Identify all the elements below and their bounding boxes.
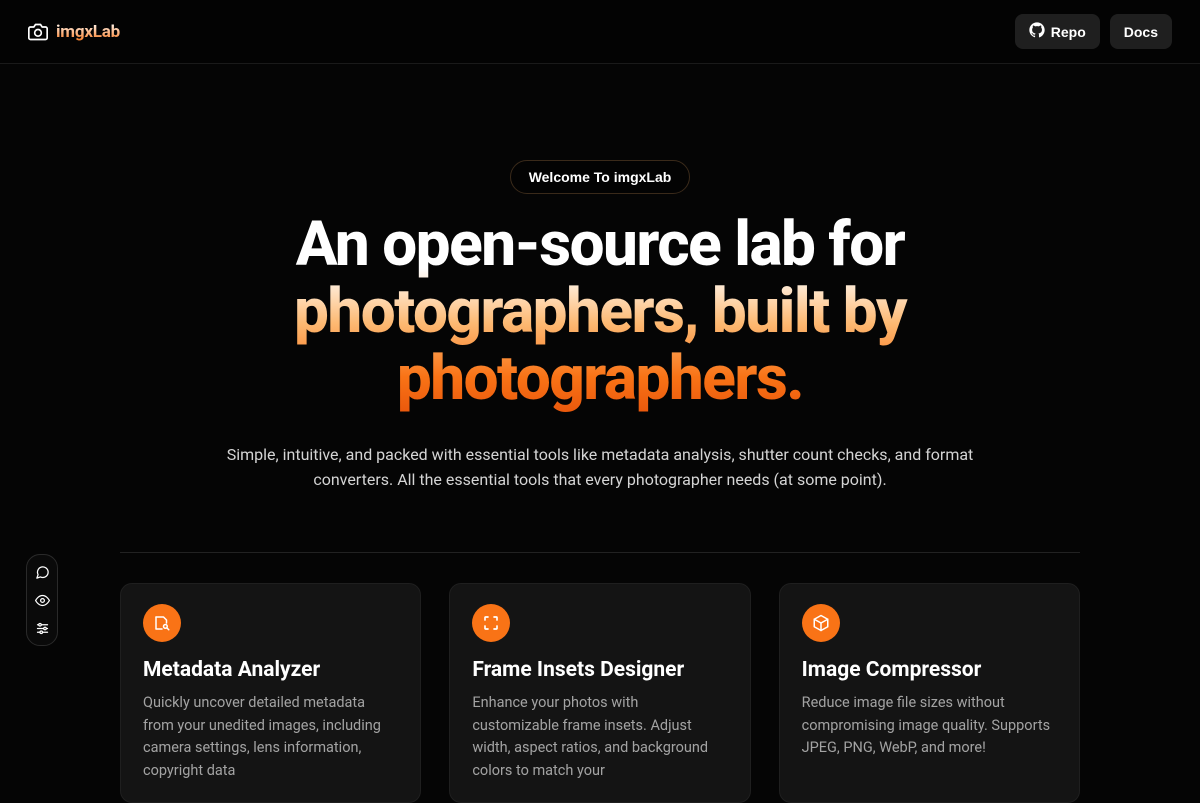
card-title: Metadata Analyzer [143, 658, 398, 682]
card-desc: Reduce image file sizes without compromi… [802, 692, 1057, 759]
docs-button-label: Docs [1124, 24, 1158, 40]
repo-button-label: Repo [1051, 24, 1086, 40]
header: imgxLab Repo Docs [0, 0, 1200, 64]
hero: Welcome To imgxLab An open-source lab fo… [110, 64, 1090, 522]
docs-button[interactable]: Docs [1110, 14, 1172, 49]
card-title: Image Compressor [802, 658, 1057, 682]
hero-title: An open-source lab for photographers, bu… [150, 212, 1050, 413]
package-icon [802, 604, 840, 642]
card-desc: Quickly uncover detailed metadata from y… [143, 692, 398, 782]
sliders-icon[interactable] [32, 618, 52, 638]
welcome-pill[interactable]: Welcome To imgxLab [510, 160, 691, 194]
brand-text: imgxLab [56, 22, 120, 42]
card-frame-insets[interactable]: Frame Insets Designer Enhance your photo… [449, 583, 750, 803]
hero-subtitle: Simple, intuitive, and packed with essen… [190, 443, 1010, 493]
repo-button[interactable]: Repo [1015, 14, 1100, 49]
frame-icon [472, 604, 510, 642]
card-image-compressor[interactable]: Image Compressor Reduce image file sizes… [779, 583, 1080, 803]
brand[interactable]: imgxLab [28, 22, 120, 42]
feature-cards: Metadata Analyzer Quickly uncover detail… [0, 553, 1200, 803]
chat-icon[interactable] [32, 562, 52, 582]
eye-icon[interactable] [32, 590, 52, 610]
card-title: Frame Insets Designer [472, 658, 727, 682]
camera-icon [28, 22, 48, 42]
file-search-icon [143, 604, 181, 642]
card-desc: Enhance your photos with customizable fr… [472, 692, 727, 782]
card-metadata-analyzer[interactable]: Metadata Analyzer Quickly uncover detail… [120, 583, 421, 803]
floating-toolbar [26, 554, 58, 646]
github-icon [1029, 22, 1045, 41]
header-actions: Repo Docs [1015, 14, 1172, 49]
